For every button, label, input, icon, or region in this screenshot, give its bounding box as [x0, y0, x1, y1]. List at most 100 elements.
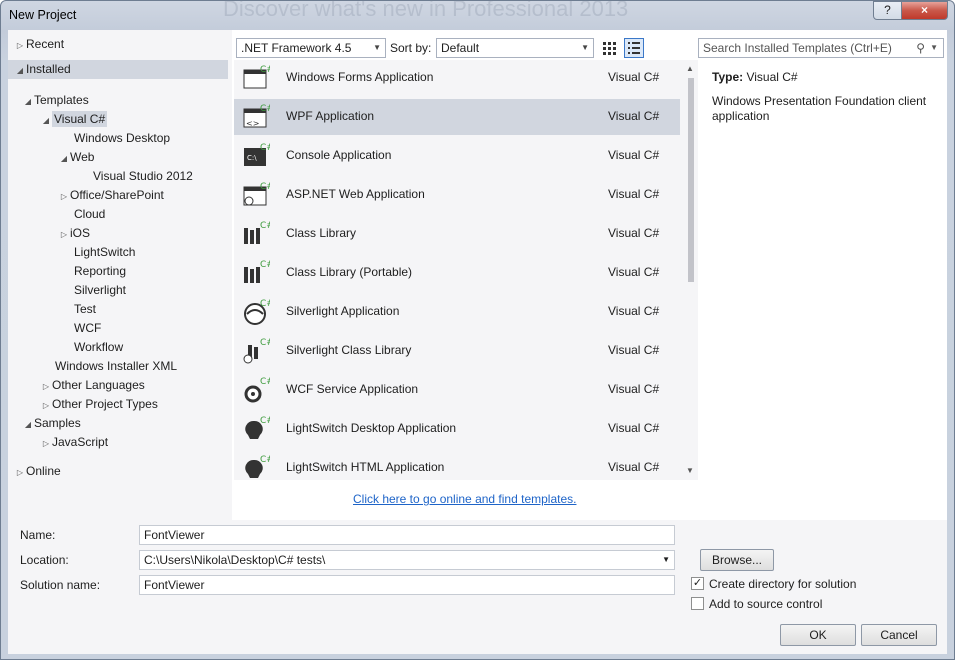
template-language: Visual C#	[608, 265, 660, 279]
browse-button[interactable]: Browse...	[700, 549, 774, 571]
tree-item-recent[interactable]: ▷ Recent	[14, 35, 64, 54]
expand-arrow-icon[interactable]: ▷	[14, 463, 26, 482]
solution-name-field[interactable]: FontViewer	[139, 575, 675, 595]
scroll-down-icon[interactable]: ▼	[686, 466, 694, 475]
chevron-down-icon: ▼	[373, 43, 381, 52]
chevron-down-icon: ▼	[581, 43, 589, 52]
expand-arrow-icon[interactable]: ▷	[58, 225, 70, 244]
tree-item-lightswitch[interactable]: LightSwitch	[74, 243, 135, 262]
silverlight-class-library-icon: C#	[242, 337, 274, 365]
tree-item-cloud[interactable]: Cloud	[74, 205, 105, 224]
scrollbar-thumb[interactable]	[688, 78, 694, 282]
template-tree: ▷ Recent ◢ Installed ◢ Templates ◢ Visual C#…	[8, 30, 232, 520]
list-view-icon[interactable]	[624, 38, 644, 58]
chevron-down-icon[interactable]: ▼	[662, 551, 670, 569]
list-item[interactable]: C# LightSwitch HTML Application Visual C…	[234, 450, 680, 480]
tree-item-other-project-types[interactable]: ▷ Other Project Types	[40, 395, 158, 414]
list-item[interactable]: C# Class Library Visual C#	[234, 216, 680, 252]
framework-select[interactable]: .NET Framework 4.5 ▼	[236, 38, 386, 58]
lightswitch-html-icon: C#	[242, 454, 274, 480]
lightswitch-desktop-icon: C#	[242, 415, 274, 443]
list-item[interactable]: C:\C# Console Application Visual C#	[234, 138, 680, 174]
location-field[interactable]: C:\Users\Nikola\Desktop\C# tests\ ▼	[139, 550, 675, 570]
expand-arrow-icon[interactable]: ▷	[40, 434, 52, 453]
tree-item-samples[interactable]: ◢ Samples	[22, 414, 81, 433]
create-directory-checkbox[interactable]: ✓	[691, 577, 704, 590]
name-field[interactable]: FontViewer	[139, 525, 675, 545]
tree-item-online[interactable]: ▷ Online	[14, 462, 61, 481]
tree-item-windows-installer-xml[interactable]: Windows Installer XML	[55, 357, 177, 376]
tree-item-office-sharepoint[interactable]: ▷ Office/SharePoint	[58, 186, 164, 205]
list-item[interactable]: <>C# WPF Application Visual C#	[234, 99, 680, 135]
expand-arrow-icon[interactable]: ▷	[40, 396, 52, 415]
sort-select[interactable]: Default ▼	[436, 38, 594, 58]
template-language: Visual C#	[608, 226, 660, 240]
svg-text:C#: C#	[260, 65, 270, 75]
list-item[interactable]: C# Silverlight Class Library Visual C#	[234, 333, 680, 369]
scroll-up-icon[interactable]: ▲	[686, 64, 694, 73]
list-item[interactable]: C# ASP.NET Web Application Visual C#	[234, 177, 680, 213]
search-input[interactable]: Search Installed Templates (Ctrl+E) ⚲ ▼	[698, 38, 944, 58]
tree-item-label: Reporting	[74, 264, 127, 278]
tree-item-test[interactable]: Test	[74, 300, 96, 319]
list-item[interactable]: C# WCF Service Application Visual C#	[234, 372, 680, 408]
tree-item-web[interactable]: ◢ Web	[58, 148, 95, 168]
collapse-arrow-icon[interactable]: ◢	[40, 111, 52, 130]
template-language: Visual C#	[608, 109, 660, 123]
tree-item-ios[interactable]: ▷ iOS	[58, 224, 90, 243]
tree-item-templates[interactable]: ◢ Templates	[22, 91, 89, 110]
help-button[interactable]: ?	[873, 1, 902, 20]
location-value: C:\Users\Nikola\Desktop\C# tests\	[144, 553, 326, 567]
aspnet-icon: C#	[242, 181, 274, 209]
close-button[interactable]: ×	[901, 1, 948, 20]
class-library-portable-icon: C#	[242, 259, 274, 287]
cancel-button[interactable]: Cancel	[861, 624, 937, 646]
search-icon[interactable]: ⚲	[916, 39, 925, 57]
tree-item-wcf[interactable]: WCF	[74, 319, 101, 338]
expand-arrow-icon[interactable]: ▷	[40, 377, 52, 396]
source-control-checkbox[interactable]	[691, 597, 704, 610]
expand-arrow-icon[interactable]: ▷	[14, 36, 26, 55]
tree-item-reporting[interactable]: Reporting	[74, 262, 126, 281]
tree-item-label: Web	[70, 150, 95, 164]
tree-item-windows-desktop[interactable]: Windows Desktop	[74, 129, 170, 148]
template-list-scrollbar[interactable]: ▲ ▼	[684, 64, 698, 480]
svg-text:C#: C#	[260, 104, 270, 114]
list-item[interactable]: C# Silverlight Application Visual C#	[234, 294, 680, 330]
svg-text:<>: <>	[246, 119, 259, 128]
collapse-arrow-icon[interactable]: ◢	[14, 61, 26, 80]
template-language: Visual C#	[608, 304, 660, 318]
svg-text:C:\: C:\	[247, 154, 257, 162]
tree-item-label: Windows Desktop	[74, 131, 171, 145]
tree-item-label: Samples	[34, 416, 81, 430]
list-item[interactable]: C# Class Library (Portable) Visual C#	[234, 255, 680, 291]
expand-arrow-icon[interactable]: ▷	[58, 187, 70, 206]
svg-text:C#: C#	[260, 299, 270, 309]
template-name: Silverlight Class Library	[286, 343, 412, 357]
chevron-down-icon[interactable]: ▼	[930, 39, 938, 57]
location-label: Location:	[20, 553, 69, 567]
tree-item-workflow[interactable]: Workflow	[74, 338, 123, 357]
tree-item-label: LightSwitch	[74, 245, 136, 259]
list-item[interactable]: C# LightSwitch Desktop Application Visua…	[234, 411, 680, 447]
list-item[interactable]: C# Windows Forms Application Visual C#	[234, 60, 680, 96]
new-project-dialog: Discover what's new in Professional 2013…	[0, 0, 955, 660]
tree-item-visual-csharp[interactable]: ◢ Visual C#	[40, 110, 108, 130]
collapse-arrow-icon[interactable]: ◢	[22, 92, 34, 111]
windows-forms-icon: C#	[242, 64, 274, 92]
svg-text:C#: C#	[260, 260, 270, 270]
collapse-arrow-icon[interactable]: ◢	[58, 149, 70, 168]
title-bar[interactable]: Discover what's new in Professional 2013…	[1, 0, 954, 29]
tree-item-visual-studio-2012[interactable]: Visual Studio 2012	[93, 167, 193, 186]
collapse-arrow-icon[interactable]: ◢	[22, 415, 34, 434]
find-templates-online-link[interactable]: Click here to go online and find templat…	[353, 492, 576, 506]
grid-view-icon[interactable]	[600, 38, 620, 58]
tree-item-silverlight[interactable]: Silverlight	[74, 281, 126, 300]
tree-item-other-languages[interactable]: ▷ Other Languages	[40, 376, 145, 395]
tree-item-installed[interactable]: ◢ Installed	[8, 60, 228, 79]
tree-item-label: Templates	[34, 93, 89, 107]
template-details: Type: Visual C# Windows Presentation Fou…	[698, 70, 944, 124]
template-name: Class Library (Portable)	[286, 265, 413, 279]
tree-item-javascript[interactable]: ▷ JavaScript	[40, 433, 108, 452]
ok-button[interactable]: OK	[780, 624, 856, 646]
